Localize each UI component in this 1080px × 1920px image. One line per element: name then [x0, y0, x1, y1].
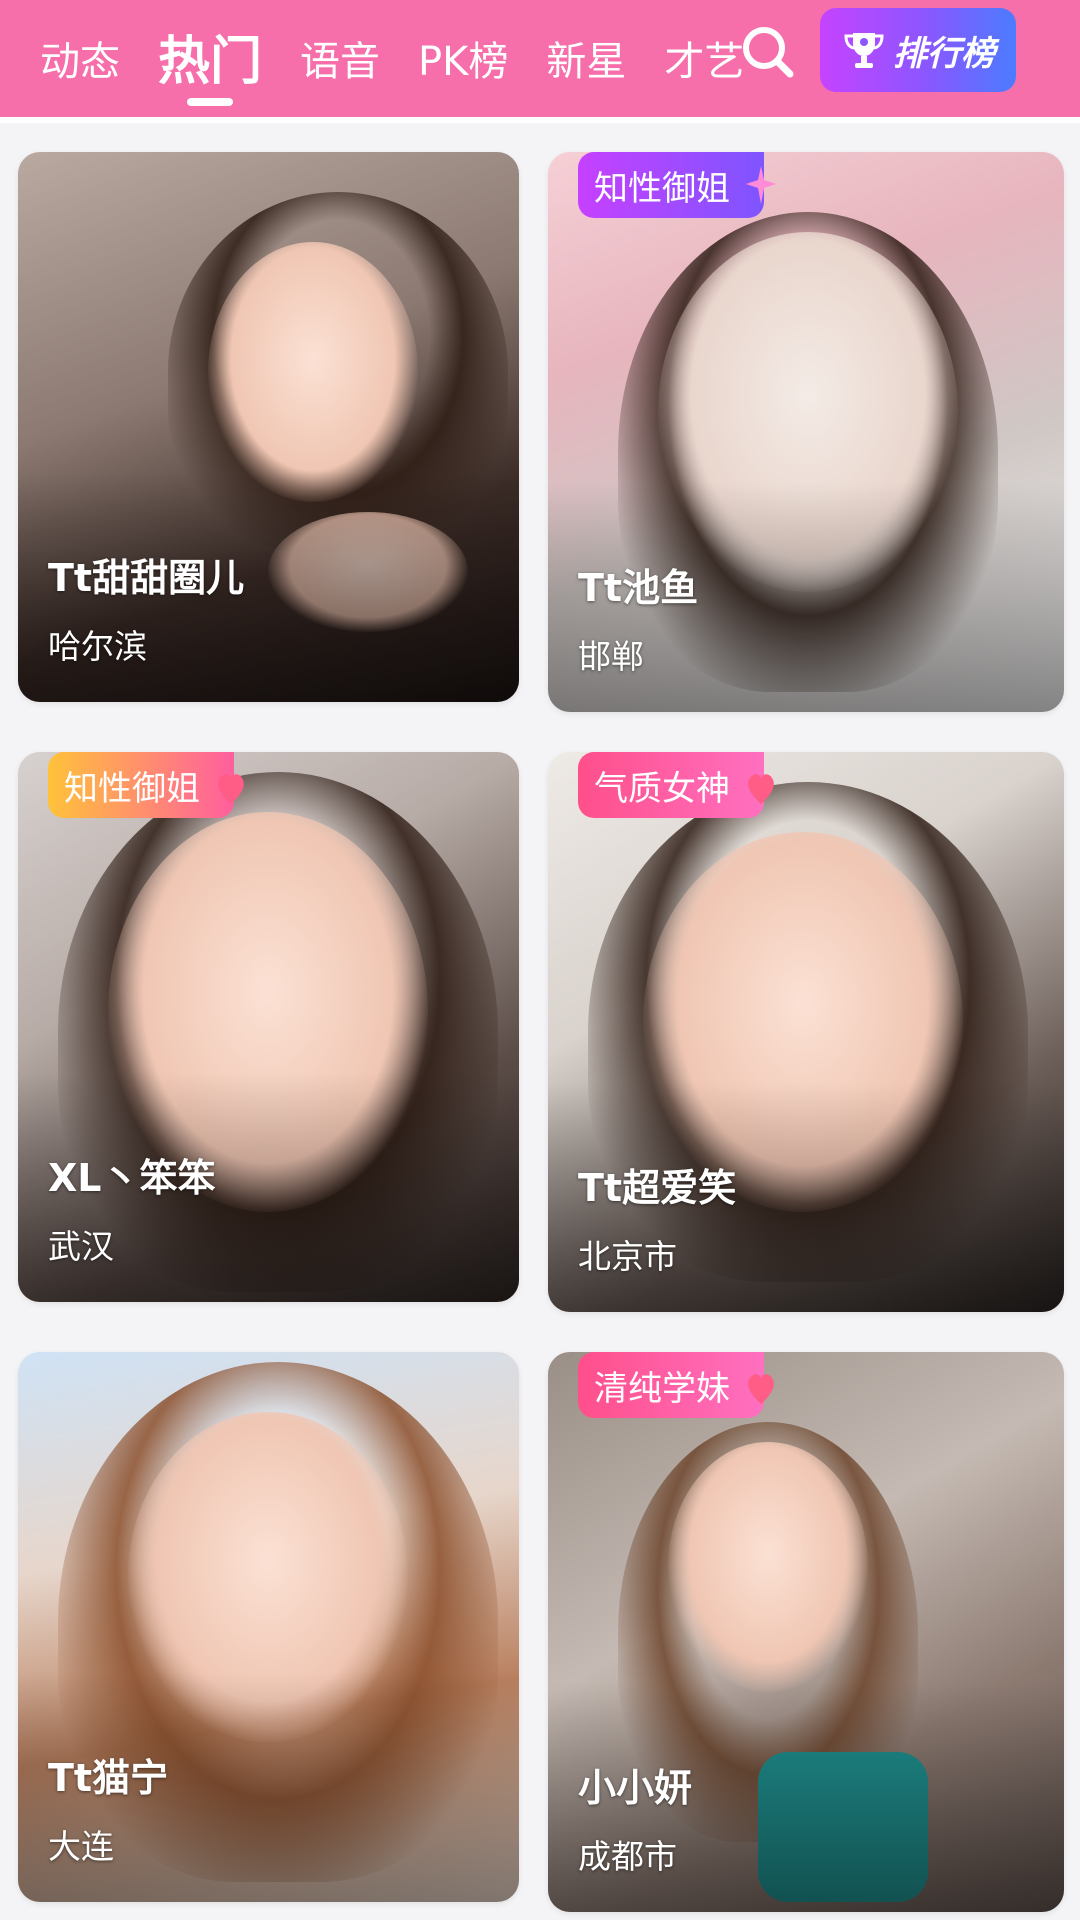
tab-hot[interactable]: 热门 — [158, 36, 262, 106]
badge-label: 清纯学妹 — [594, 1368, 730, 1409]
user-tag-badge: 气质女神 — [578, 752, 774, 818]
tab-dynamic[interactable]: 动态 — [40, 42, 120, 82]
user-name: Tt猫宁 — [48, 1756, 169, 1800]
user-name: XL丶笨笨 — [48, 1156, 216, 1200]
top-nav-bar: 动态 热门 语音 PK榜 新星 才艺 排行榜 — [0, 0, 1080, 123]
heart-icon — [748, 1374, 774, 1404]
user-city: 大连 — [48, 1827, 114, 1866]
user-card[interactable]: 知性御姐 XL丶笨笨 武汉 — [18, 752, 519, 1302]
badge-label: 知性御姐 — [64, 768, 200, 809]
tab-label: 语音 — [300, 38, 381, 85]
tab-label: 才艺 — [664, 38, 745, 85]
tab-voice[interactable]: 语音 — [300, 42, 380, 82]
user-city: 北京市 — [578, 1237, 677, 1276]
trophy-icon — [844, 33, 884, 68]
ranking-button[interactable]: 排行榜 — [820, 8, 1016, 92]
search-icon — [743, 27, 794, 78]
badge-label: 气质女神 — [594, 768, 730, 809]
user-card[interactable]: 知性御姐 Tt池鱼 邯郸 — [548, 152, 1064, 712]
user-tag-badge: 知性御姐 — [48, 752, 244, 818]
tab-talent[interactable]: 才艺 — [664, 42, 744, 82]
user-city: 成都市 — [578, 1837, 677, 1876]
user-name: 小小妍 — [578, 1766, 693, 1810]
active-tab-indicator — [187, 97, 233, 106]
tab-label: PK榜 — [418, 38, 509, 85]
search-button[interactable] — [740, 24, 796, 80]
user-name: Tt超爱笑 — [578, 1166, 737, 1210]
user-tag-badge: 知性御姐 — [578, 152, 776, 218]
badge-label: 知性御姐 — [594, 168, 730, 209]
heart-icon — [748, 774, 774, 804]
user-card[interactable]: 气质女神 Tt超爱笑 北京市 — [548, 752, 1064, 1312]
user-card[interactable]: 清纯学妹 小小妍 成都市 — [548, 1352, 1064, 1912]
user-city: 武汉 — [48, 1227, 114, 1266]
user-city: 哈尔滨 — [48, 627, 147, 666]
user-tag-badge: 清纯学妹 — [578, 1352, 774, 1418]
user-name: Tt池鱼 — [578, 566, 699, 610]
ranking-label: 排行榜 — [893, 33, 995, 74]
tab-bar: 动态 热门 语音 PK榜 新星 才艺 — [40, 0, 782, 123]
tab-pk-rank[interactable]: PK榜 — [418, 42, 508, 82]
user-card-grid: Tt甜甜圈儿 哈尔滨 知性御姐 Tt池鱼 邯郸 知性御姐 XL丶笨笨 武汉 气质… — [18, 152, 1064, 1912]
user-card[interactable]: Tt甜甜圈儿 哈尔滨 — [18, 152, 519, 702]
sparkle-icon — [746, 166, 776, 204]
user-card[interactable]: Tt猫宁 大连 — [18, 1352, 519, 1902]
tab-new-star[interactable]: 新星 — [546, 42, 626, 82]
user-name: Tt甜甜圈儿 — [48, 556, 245, 600]
heart-icon — [218, 774, 244, 804]
user-city: 邯郸 — [578, 637, 644, 676]
tab-label: 新星 — [546, 38, 627, 85]
tab-label: 热门 — [158, 31, 263, 92]
tab-label: 动态 — [40, 38, 120, 85]
